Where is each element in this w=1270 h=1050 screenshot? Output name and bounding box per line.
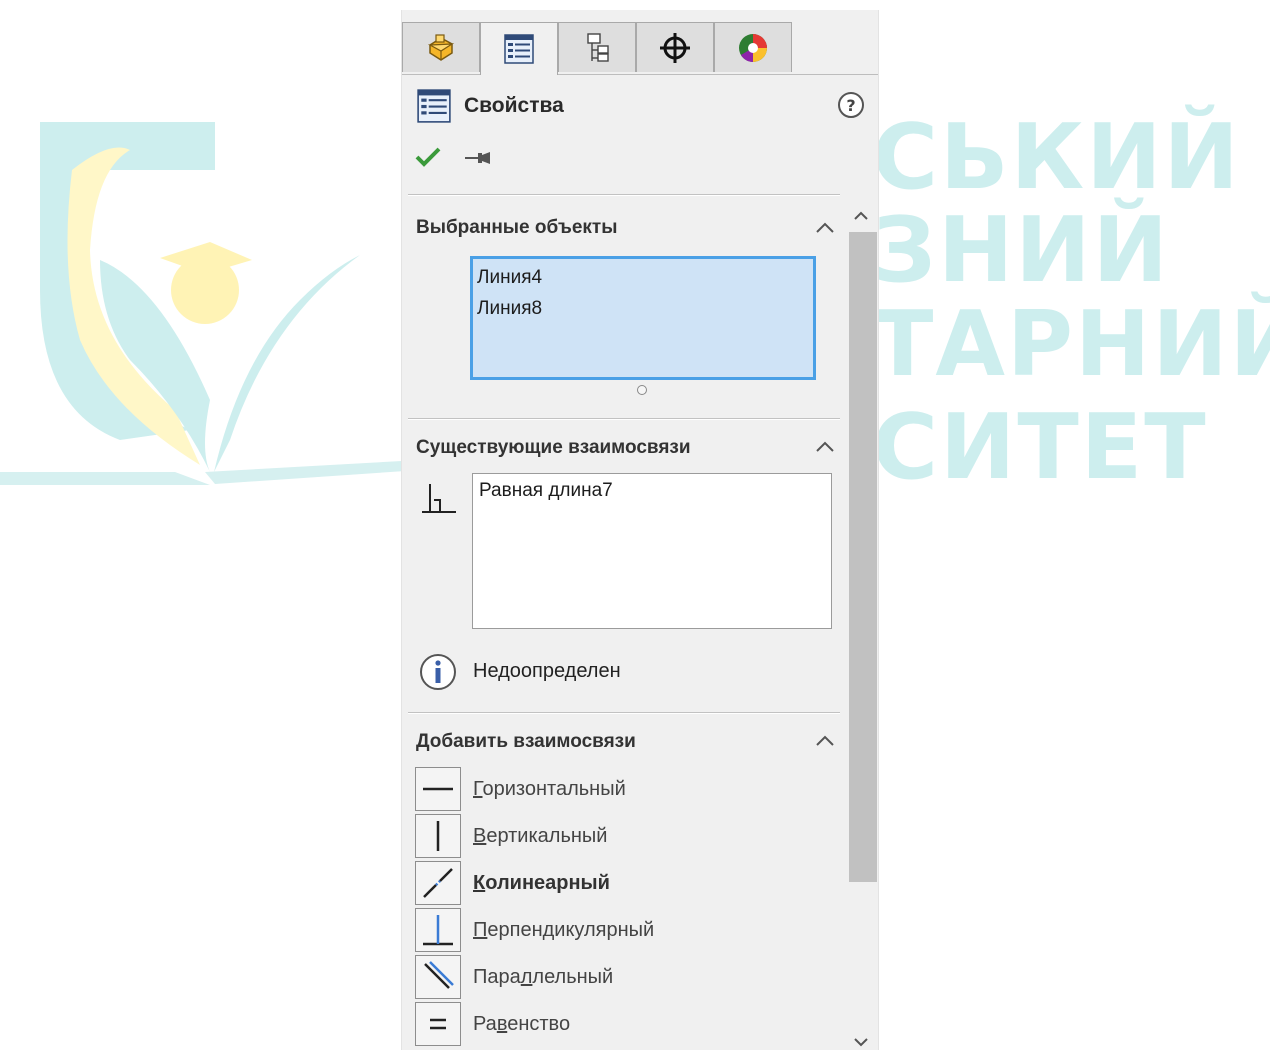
add-relations-heading: Добавить взаимосвязи: [416, 731, 636, 752]
divider: [408, 194, 840, 196]
relation-label[interactable]: Перпендикулярный: [473, 919, 654, 942]
equal-length-relation-icon: [422, 484, 456, 513]
featuremanager-icon: [427, 33, 455, 61]
help-icon[interactable]: ?: [836, 90, 866, 120]
info-icon: [420, 654, 456, 690]
university-logo-watermark: [0, 122, 420, 485]
relation-item-collinear[interactable]: Колинеарный: [415, 861, 815, 905]
collapse-chevron-icon[interactable]: [814, 220, 836, 236]
checkmark-icon[interactable]: [414, 145, 442, 169]
watermark-line-2: ЗНИЙ: [872, 198, 1170, 303]
watermark-line-3: ТАРНИЙ: [872, 292, 1270, 397]
relation-label[interactable]: Вертикальный: [473, 825, 607, 848]
collapse-chevron-icon[interactable]: [814, 733, 836, 749]
selected-entities-list[interactable]: Линия4 Линия8: [470, 256, 816, 380]
configurationmanager-icon: [587, 32, 609, 62]
relation-item-vertical[interactable]: Вертикальный: [415, 814, 815, 858]
divider: [408, 418, 840, 420]
relation-label[interactable]: Параллельный: [473, 966, 613, 989]
tab-configurationmanager[interactable]: [558, 22, 636, 72]
tab-dimxpertmanager[interactable]: [636, 22, 714, 72]
tab-propertymanager[interactable]: [480, 22, 558, 75]
status-text: Недоопределен: [473, 660, 621, 682]
selected-objects-heading: Выбранные объекты: [416, 217, 618, 238]
watermark-line-4: СИТЕТ: [872, 395, 1208, 500]
existing-relations-heading: Существующие взаимосвязи: [416, 437, 691, 458]
dimxpertmanager-icon: [660, 32, 690, 63]
divider: [408, 712, 840, 714]
collapse-chevron-icon[interactable]: [814, 439, 836, 455]
relation-label[interactable]: Колинеарный: [473, 872, 610, 895]
scrollbar-thumb[interactable]: [849, 232, 877, 882]
relation-item-equal[interactable]: Равенство: [415, 1002, 815, 1046]
property-manager-panel: Свойства ? Выбранные объекты Линия4 Лини…: [401, 10, 879, 1050]
horizontal-relation-icon[interactable]: [415, 767, 461, 811]
manager-tab-bar: [402, 22, 878, 75]
relation-item-horizontal[interactable]: Горизонтальный: [415, 767, 815, 811]
panel-title: Свойства: [464, 94, 564, 117]
list-item[interactable]: Линия4: [477, 262, 809, 293]
list-item[interactable]: Линия8: [477, 293, 809, 324]
collinear-relation-icon[interactable]: [415, 861, 461, 905]
propertymanager-icon: [417, 89, 451, 123]
tab-featuremanager[interactable]: [402, 22, 480, 72]
displaymanager-icon: [739, 33, 767, 62]
perpendicular-relation-icon[interactable]: [415, 908, 461, 952]
relation-label[interactable]: Равенство: [473, 1013, 570, 1036]
scroll-down-arrow-icon[interactable]: [849, 1034, 873, 1050]
relation-item-parallel[interactable]: Параллельный: [415, 955, 815, 999]
propertymanager-icon: [504, 34, 534, 64]
tab-displaymanager[interactable]: [714, 22, 792, 72]
svg-text:?: ?: [846, 96, 855, 115]
list-resize-handle[interactable]: [637, 385, 647, 395]
relation-item-perpendicular[interactable]: Перпендикулярный: [415, 908, 815, 952]
panel-title-row: Свойства ?: [416, 88, 866, 124]
equal-relation-icon[interactable]: [415, 1002, 461, 1046]
scroll-up-arrow-icon[interactable]: [849, 208, 873, 224]
relation-label[interactable]: Горизонтальный: [473, 778, 626, 801]
parallel-relation-icon[interactable]: [415, 955, 461, 999]
list-item[interactable]: Равная длина7: [479, 480, 825, 502]
pushpin-icon[interactable]: [464, 148, 494, 168]
vertical-relation-icon[interactable]: [415, 814, 461, 858]
existing-relations-list[interactable]: Равная длина7: [472, 473, 832, 629]
watermark-line-1: СЬКИЙ: [872, 105, 1241, 210]
